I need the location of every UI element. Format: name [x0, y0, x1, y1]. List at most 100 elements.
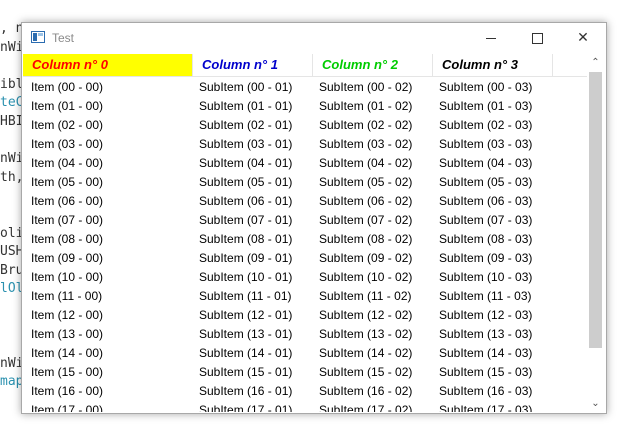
background-code-line: USH — [0, 244, 24, 260]
subitem-cell: SubItem (12 - 02) — [319, 308, 413, 322]
item-cell: Item (10 - 00) — [31, 270, 104, 284]
subitem-cell: SubItem (03 - 01) — [199, 137, 293, 151]
close-button[interactable]: ✕ — [560, 23, 606, 53]
subitem-cell: SubItem (12 - 01) — [199, 308, 293, 322]
list-item[interactable]: Item (03 - 00) SubItem (03 - 01) SubItem (… — [23, 135, 587, 154]
subitem-cell: SubItem (09 - 02) — [319, 251, 413, 265]
chevron-down-icon: ⌄ — [591, 398, 600, 409]
list-item[interactable]: Item (14 - 00) SubItem (14 - 01) SubItem (… — [23, 344, 587, 363]
background-code-line: map — [0, 374, 24, 390]
list-item[interactable]: Item (10 - 00) SubItem (10 - 01) SubItem (… — [23, 268, 587, 287]
subitem-cell: SubItem (11 - 02) — [319, 289, 412, 303]
column-header-1[interactable]: Column n° 1 — [193, 54, 313, 76]
subitem-cell: SubItem (02 - 03) — [439, 118, 533, 132]
minimize-icon — [486, 37, 496, 39]
subitem-cell: SubItem (15 - 03) — [439, 365, 533, 379]
subitem-cell: SubItem (16 - 01) — [199, 384, 293, 398]
list-item[interactable]: Item (05 - 00) SubItem (05 - 01) SubItem (… — [23, 173, 587, 192]
item-cell: Item (13 - 00) — [31, 327, 104, 341]
background-code-line: nWi — [0, 39, 24, 55]
subitem-cell: SubItem (17 - 02) — [319, 403, 413, 412]
column-header-0[interactable]: Column n° 0 — [23, 54, 193, 76]
list-item[interactable]: Item (13 - 00) SubItem (13 - 01) SubItem (… — [23, 325, 587, 344]
vertical-scrollbar[interactable]: ⌃ ⌄ — [587, 54, 604, 412]
item-cell: Item (12 - 00) — [31, 308, 104, 322]
subitem-cell: SubItem (02 - 01) — [199, 118, 293, 132]
background-code-line: HBI — [0, 114, 24, 129]
item-cell: Item (04 - 00) — [31, 156, 104, 170]
list-item[interactable]: Item (16 - 00) SubItem (16 - 01) SubItem (… — [23, 382, 587, 401]
subitem-cell: SubItem (10 - 02) — [319, 270, 413, 284]
subitem-cell: SubItem (15 - 01) — [199, 365, 293, 379]
list-item[interactable]: Item (02 - 00) SubItem (02 - 01) SubItem (… — [23, 116, 587, 135]
subitem-cell: SubItem (00 - 03) — [439, 80, 533, 94]
item-cell: Item (17 - 00) — [31, 403, 104, 412]
subitem-cell: SubItem (16 - 03) — [439, 384, 533, 398]
subitem-cell: SubItem (11 - 03) — [439, 289, 532, 303]
subitem-cell: SubItem (12 - 03) — [439, 308, 533, 322]
subitem-cell: SubItem (09 - 01) — [199, 251, 293, 265]
maximize-icon — [531, 32, 543, 44]
subitem-cell: SubItem (06 - 03) — [439, 194, 533, 208]
subitem-cell: SubItem (07 - 03) — [439, 213, 533, 227]
column-header-3[interactable]: Column n° 3 — [433, 54, 553, 76]
list-item[interactable]: Item (07 - 00) SubItem (07 - 01) SubItem (… — [23, 211, 587, 230]
subitem-cell: SubItem (01 - 01) — [199, 99, 293, 113]
scroll-up-button[interactable]: ⌃ — [587, 54, 604, 71]
list-item[interactable]: Item (11 - 00) SubItem (11 - 01) SubItem (… — [23, 287, 587, 306]
subitem-cell: SubItem (04 - 03) — [439, 156, 533, 170]
subitem-cell: SubItem (08 - 03) — [439, 232, 533, 246]
subitem-cell: SubItem (10 - 03) — [439, 270, 533, 284]
list-item[interactable]: Item (01 - 00) SubItem (01 - 01) SubItem (… — [23, 97, 587, 116]
subitem-cell: SubItem (08 - 01) — [199, 232, 293, 246]
subitem-cell: SubItem (07 - 01) — [199, 213, 293, 227]
background-code-line: oli — [0, 225, 24, 241]
item-cell: Item (03 - 00) — [31, 137, 104, 151]
subitem-cell: SubItem (11 - 01) — [199, 289, 292, 303]
list-item[interactable]: Item (17 - 00) SubItem (17 - 01) SubItem (… — [23, 401, 587, 412]
subitem-cell: SubItem (05 - 03) — [439, 175, 533, 189]
subitem-cell: SubItem (02 - 02) — [319, 118, 413, 132]
item-cell: Item (16 - 00) — [31, 384, 104, 398]
app-icon — [31, 31, 45, 43]
background-code-line: nWi — [0, 151, 24, 167]
subitem-cell: SubItem (04 - 01) — [199, 156, 293, 170]
column-header-2[interactable]: Column n° 2 — [313, 54, 433, 76]
subitem-cell: SubItem (04 - 02) — [319, 156, 413, 170]
list-item[interactable]: Item (08 - 00) SubItem (08 - 01) SubItem (… — [23, 230, 587, 249]
subitem-cell: SubItem (06 - 02) — [319, 194, 413, 208]
background-code-line: lOl — [0, 281, 24, 297]
minimize-button[interactable] — [468, 23, 514, 53]
item-cell: Item (06 - 00) — [31, 194, 104, 208]
subitem-cell: SubItem (06 - 01) — [199, 194, 293, 208]
subitem-cell: SubItem (09 - 03) — [439, 251, 533, 265]
item-cell: Item (05 - 00) — [31, 175, 104, 189]
subitem-cell: SubItem (00 - 02) — [319, 80, 413, 94]
subitem-cell: SubItem (14 - 03) — [439, 346, 533, 360]
scroll-down-button[interactable]: ⌄ — [587, 395, 604, 412]
subitem-cell: SubItem (17 - 03) — [439, 403, 533, 412]
item-cell: Item (11 - 00) — [31, 289, 103, 303]
subitem-cell: SubItem (08 - 02) — [319, 232, 413, 246]
list-item[interactable]: Item (15 - 00) SubItem (15 - 01) SubItem (… — [23, 363, 587, 382]
scrollbar-thumb[interactable] — [589, 72, 602, 348]
list-item[interactable]: Item (12 - 00) SubItem (12 - 01) SubItem (… — [23, 306, 587, 325]
background-code-line: nWi — [0, 355, 24, 371]
test-window: Test ✕ Column n° 0 Column n° 1 Column n°… — [21, 22, 607, 414]
title-bar[interactable]: Test ✕ — [22, 23, 606, 53]
subitem-cell: SubItem (16 - 02) — [319, 384, 413, 398]
list-item[interactable]: Item (06 - 00) SubItem (06 - 01) SubItem (… — [23, 192, 587, 211]
subitem-cell: SubItem (05 - 02) — [319, 175, 413, 189]
maximize-button[interactable] — [514, 23, 560, 53]
subitem-cell: SubItem (13 - 01) — [199, 327, 293, 341]
subitem-cell: SubItem (03 - 02) — [319, 137, 413, 151]
list-item[interactable]: Item (00 - 00) SubItem (00 - 01) SubItem (… — [23, 78, 587, 97]
close-icon: ✕ — [577, 30, 589, 46]
subitem-cell: SubItem (01 - 02) — [319, 99, 413, 113]
item-cell: Item (09 - 00) — [31, 251, 104, 265]
list-view[interactable]: Column n° 0 Column n° 1 Column n° 2 Colu… — [23, 54, 604, 412]
list-item[interactable]: Item (09 - 00) SubItem (09 - 01) SubItem (… — [23, 249, 587, 268]
list-item[interactable]: Item (04 - 00) SubItem (04 - 01) SubItem (… — [23, 154, 587, 173]
item-cell: Item (02 - 00) — [31, 118, 104, 132]
subitem-cell: SubItem (07 - 02) — [319, 213, 413, 227]
